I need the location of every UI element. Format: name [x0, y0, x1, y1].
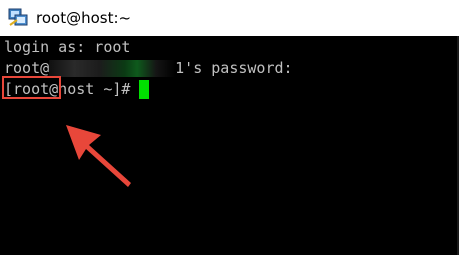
red-arrow-icon: [66, 125, 131, 187]
